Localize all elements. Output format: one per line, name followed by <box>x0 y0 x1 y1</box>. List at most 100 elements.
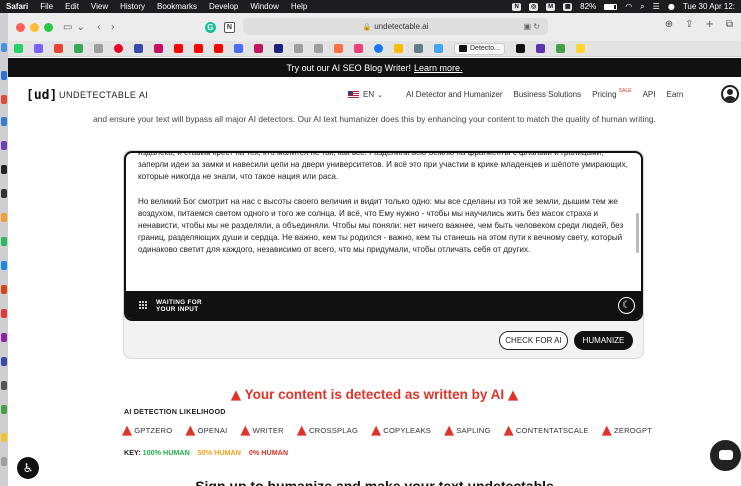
tab-overview-icon[interactable]: ⧉ <box>726 19 733 30</box>
nav-ai-detector-humanizer[interactable]: AI Detector and Humanizer <box>406 90 503 99</box>
nav-business-solutions[interactable]: Business Solutions <box>514 90 582 99</box>
status-app-icon[interactable]: M <box>546 2 556 11</box>
promo-learn-more-link[interactable]: Learn more. <box>414 63 463 73</box>
nav-earn[interactable]: Earn <box>666 90 683 99</box>
menu-edit[interactable]: Edit <box>65 2 79 11</box>
siri-icon[interactable]: ● <box>668 2 675 11</box>
favorite-icon[interactable] <box>354 44 363 53</box>
menu-file[interactable]: File <box>40 2 53 11</box>
site-logo[interactable]: [ud] <box>26 88 57 103</box>
text-input-area[interactable]: издалека, и ставим крест на тех, кто мол… <box>124 151 643 321</box>
battery-icon[interactable] <box>604 3 618 10</box>
status-app-icon[interactable]: N <box>512 2 522 11</box>
favorite-icon[interactable] <box>74 44 83 53</box>
dock-app-icon[interactable] <box>1 457 7 466</box>
menu-develop[interactable]: Develop <box>209 2 238 11</box>
dock-app-icon[interactable] <box>1 189 7 198</box>
favorite-icon[interactable] <box>274 44 283 53</box>
dock-app-icon[interactable] <box>1 433 7 442</box>
dock-app-icon[interactable] <box>1 333 7 342</box>
favorite-icon[interactable] <box>154 44 163 53</box>
menu-app-name[interactable]: Safari <box>6 2 28 11</box>
dock-app-icon[interactable] <box>1 141 7 150</box>
dock-app-icon[interactable] <box>1 95 7 104</box>
favorite-icon[interactable] <box>234 44 243 53</box>
download-icon[interactable]: ⊕ <box>665 19 673 30</box>
dock-app-icon[interactable] <box>1 43 7 52</box>
dock-app-icon[interactable] <box>1 117 7 126</box>
close-window-button[interactable] <box>16 22 25 32</box>
address-bar[interactable]: 🔒 undetectable.ai ▣ ↻ <box>243 18 548 35</box>
grammarly-extension-icon[interactable]: G <box>204 21 216 33</box>
dock-app-icon[interactable] <box>1 285 7 294</box>
chevron-down-icon[interactable]: ⌄ <box>377 91 383 99</box>
dock-app-icon[interactable] <box>1 165 7 174</box>
favorite-pinterest-icon[interactable] <box>114 44 123 53</box>
minimize-window-button[interactable] <box>30 22 39 32</box>
control-center-icon[interactable]: ☰ <box>653 2 660 11</box>
favorite-icon[interactable] <box>294 44 303 53</box>
language-selector[interactable]: EN <box>363 90 374 99</box>
share-icon[interactable]: ⇪ <box>685 19 693 30</box>
dark-mode-toggle-icon[interactable]: ☾ <box>618 297 635 314</box>
nav-api[interactable]: API <box>643 90 656 99</box>
dock-app-icon[interactable] <box>1 381 7 390</box>
humanize-button[interactable]: HUMANIZE <box>574 331 633 350</box>
favorite-icon[interactable] <box>434 44 443 53</box>
nav-pricing[interactable]: Pricing SALE <box>592 88 631 99</box>
favorite-icon[interactable] <box>134 44 143 53</box>
favorite-google-icon[interactable] <box>394 44 403 53</box>
favorite-youtube-icon[interactable] <box>174 44 183 53</box>
search-icon[interactable]: ⌕ <box>640 2 644 12</box>
dock-app-icon[interactable] <box>1 357 7 366</box>
favorite-icon[interactable] <box>94 44 103 53</box>
menubar-clock[interactable]: Tue 30 Apr 12: <box>683 2 735 11</box>
notion-extension-icon[interactable]: N <box>223 21 235 33</box>
translate-reload-icons[interactable]: ▣ ↻ <box>524 22 540 31</box>
favorite-icon[interactable] <box>34 44 43 53</box>
favorite-gmail-icon[interactable] <box>54 44 63 53</box>
favorite-facebook-icon[interactable] <box>374 44 383 53</box>
wifi-icon[interactable]: ◠ <box>625 2 632 11</box>
zoom-window-button[interactable] <box>44 22 53 32</box>
editor-content[interactable]: издалека, и ставим крест на тех, кто мол… <box>138 153 632 269</box>
editor-scrollbar[interactable] <box>636 213 639 253</box>
check-for-ai-button[interactable]: CHECK FOR AI <box>499 331 568 350</box>
favorite-icon[interactable] <box>254 44 263 53</box>
dock-app-icon[interactable] <box>1 71 7 80</box>
chat-widget-icon[interactable] <box>710 440 741 471</box>
forward-arrow-icon[interactable]: › <box>111 22 115 33</box>
menu-bookmarks[interactable]: Bookmarks <box>157 2 197 11</box>
menu-help[interactable]: Help <box>291 2 307 11</box>
site-brand-name[interactable]: UNDETECTABLE AI <box>59 90 148 100</box>
status-app-icon[interactable]: ▦ <box>563 2 573 11</box>
menu-window[interactable]: Window <box>250 2 278 11</box>
favorite-youtube-icon[interactable] <box>194 44 203 53</box>
user-avatar-icon[interactable] <box>721 85 739 103</box>
sidebar-toggle-icon[interactable]: ▭ <box>63 22 72 33</box>
dock-app-icon[interactable] <box>1 405 7 414</box>
favorite-icon[interactable] <box>555 44 565 53</box>
favorite-icon[interactable] <box>535 44 545 53</box>
back-arrow-icon[interactable]: ‹ <box>97 22 101 33</box>
detector-name: GPTZERO <box>134 426 173 435</box>
favorite-icon[interactable] <box>575 44 585 53</box>
favorite-youtube-icon[interactable] <box>214 44 223 53</box>
favorite-icon[interactable] <box>334 44 343 53</box>
favorite-whatsapp-icon[interactable] <box>14 44 23 53</box>
tab-detector[interactable]: Detecto... <box>454 42 505 55</box>
menu-view[interactable]: View <box>91 2 108 11</box>
chevron-down-icon[interactable]: ⌄ <box>76 22 84 33</box>
dock-app-icon[interactable] <box>1 237 7 246</box>
battery-percent[interactable]: 82% <box>580 2 596 11</box>
status-app-icon[interactable]: ◎ <box>529 2 539 11</box>
favorite-icon[interactable] <box>414 44 423 53</box>
accessibility-icon[interactable]: ♿ <box>17 457 39 479</box>
favorite-icon[interactable] <box>314 44 323 53</box>
menu-history[interactable]: History <box>120 2 145 11</box>
dock-app-icon[interactable] <box>1 309 7 318</box>
dock-app-icon[interactable] <box>1 213 7 222</box>
favorite-icon[interactable] <box>515 44 525 53</box>
new-tab-icon[interactable]: + <box>705 19 713 30</box>
dock-app-icon[interactable] <box>1 261 7 270</box>
